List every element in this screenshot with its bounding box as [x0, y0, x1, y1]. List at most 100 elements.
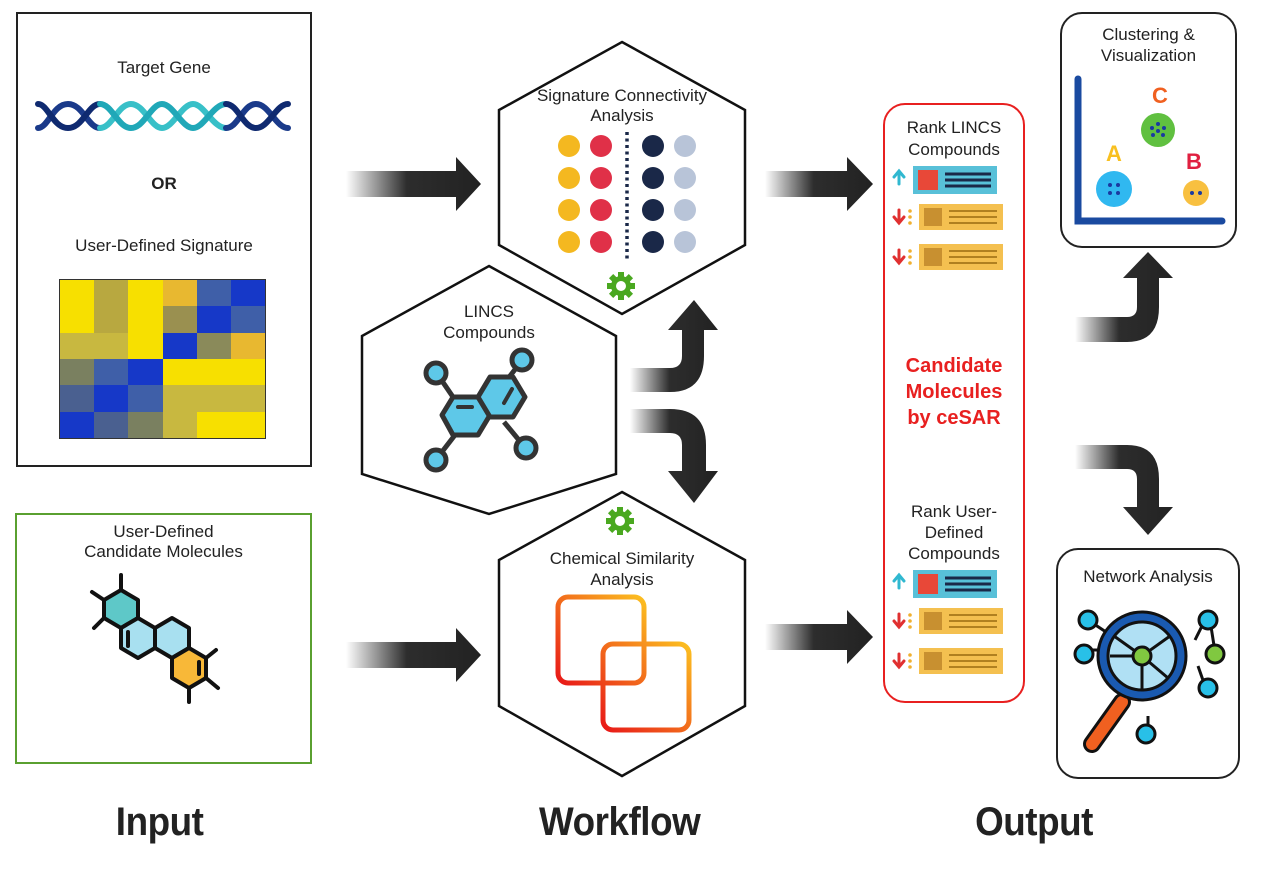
heatmap-cell — [196, 411, 231, 438]
signature-dot — [674, 231, 696, 253]
arrow-input-to-signature — [346, 157, 481, 211]
cluster-a: A — [1096, 141, 1132, 207]
heatmap-cell — [60, 359, 95, 386]
or-label: OR — [151, 174, 177, 193]
svg-text:C: C — [1152, 83, 1168, 108]
signature-dot — [558, 231, 580, 253]
signature-dot — [642, 135, 664, 157]
candidate-title-2: Molecules — [905, 381, 1003, 403]
heatmap-cell — [196, 385, 231, 412]
lincs-title-1: LINCS — [463, 302, 515, 321]
heatmap-cell — [196, 359, 231, 386]
heatmap-cell — [196, 332, 231, 359]
signature-dots-grid — [558, 132, 696, 262]
heatmap-cell — [230, 359, 265, 386]
section-input: Input — [115, 800, 204, 844]
down-arrow-icon — [892, 612, 906, 630]
clustering-title-1: Clustering & — [1102, 25, 1195, 44]
signature-title-2: Analysis — [590, 106, 654, 125]
heatmap-cell — [230, 306, 265, 333]
rank-item — [919, 204, 1003, 230]
heatmap-cell — [94, 411, 129, 438]
svg-text:A: A — [1106, 141, 1122, 166]
compound-molecule-icon — [423, 347, 539, 473]
up-arrow-icon — [892, 572, 906, 590]
signature-dot — [590, 135, 612, 157]
rank-user-title-1: Rank User- — [911, 502, 997, 521]
heatmap-cell — [94, 306, 129, 333]
heatmap-cell — [128, 359, 163, 386]
target-gene-label: Target Gene — [117, 58, 211, 77]
heatmap-cell — [196, 306, 231, 333]
candidate-molecules-label: User-Defined Candidate Molecules — [84, 522, 243, 561]
down-arrow-icon — [892, 208, 906, 226]
heatmap-cell — [230, 385, 265, 412]
chemical-title-2: Analysis — [590, 570, 654, 589]
candidate-title-1: Candidate — [905, 355, 1003, 377]
dna-icon — [35, 100, 291, 132]
gear-icon — [606, 507, 634, 535]
signature-dot — [558, 135, 580, 157]
arrow-to-clustering — [1075, 252, 1173, 342]
heatmap-cell — [230, 332, 265, 359]
heatmap-cell — [230, 411, 265, 438]
rank-user-title-3: Compounds — [908, 544, 1000, 563]
heatmap-cell — [94, 332, 129, 359]
heatmap-cell — [94, 385, 129, 412]
rank-item-top — [913, 570, 997, 598]
heatmap-cell — [128, 385, 163, 412]
arrow-chemical-to-output — [765, 610, 873, 664]
molecule-icon — [90, 573, 220, 704]
heatmap-cell — [60, 280, 95, 307]
network-magnifier-icon — [1073, 609, 1226, 753]
signature-dot — [642, 231, 664, 253]
network-title: Network Analysis — [1083, 567, 1213, 586]
signature-dot — [590, 199, 612, 221]
similarity-squares-icon — [555, 594, 692, 733]
signature-dot — [558, 199, 580, 221]
signature-dot — [674, 199, 696, 221]
heatmap-cell — [94, 280, 129, 307]
rank-user-title-2: Defined — [924, 523, 984, 542]
heatmap-cell — [60, 332, 95, 359]
rank-lincs-title-1: Rank LINCS — [906, 118, 1002, 137]
signature-dot — [642, 199, 664, 221]
heatmap-cell — [128, 306, 163, 333]
heatmap-cell — [162, 306, 197, 333]
lincs-title-2: Compounds — [443, 323, 535, 342]
cluster-c: C — [1141, 83, 1175, 147]
rank-lincs-title-2: Compounds — [908, 140, 1000, 159]
candidate-title-3: by ceSAR — [907, 407, 1001, 429]
arrow-input-to-chemical — [346, 628, 481, 682]
signature-dot — [590, 167, 612, 189]
svg-text:B: B — [1186, 149, 1202, 174]
heatmap-cell — [60, 306, 95, 333]
heatmap-cell — [94, 359, 129, 386]
arrow-to-network — [1075, 445, 1173, 535]
signature-heatmap — [59, 279, 266, 439]
heatmap-cell — [60, 385, 95, 412]
heatmap-cell — [128, 332, 163, 359]
heatmap-cell — [128, 280, 163, 307]
section-output: Output — [975, 800, 1093, 844]
down-arrow-icon — [892, 248, 906, 266]
heatmap-cell — [230, 280, 265, 307]
clustering-title-2: Visualization — [1100, 46, 1197, 65]
user-signature-label: User-Defined Signature — [75, 236, 253, 255]
rank-item — [919, 608, 1003, 634]
signature-dot — [558, 167, 580, 189]
heatmap-cell — [196, 280, 231, 307]
cluster-plot-icon: A B C — [1074, 75, 1226, 225]
heatmap-cell — [162, 411, 197, 438]
rank-item — [919, 244, 1003, 270]
signature-dot — [674, 135, 696, 157]
heatmap-cell — [162, 332, 197, 359]
signature-dot — [642, 167, 664, 189]
rank-items — [892, 570, 1003, 674]
arrow-lincs-to-chemical — [630, 409, 718, 503]
cluster-b: B — [1183, 149, 1209, 206]
heatmap-cell — [162, 385, 197, 412]
rank-item-top — [913, 166, 997, 194]
rank-items — [892, 166, 1003, 270]
chemical-title-1: Chemical Similarity — [549, 549, 695, 568]
